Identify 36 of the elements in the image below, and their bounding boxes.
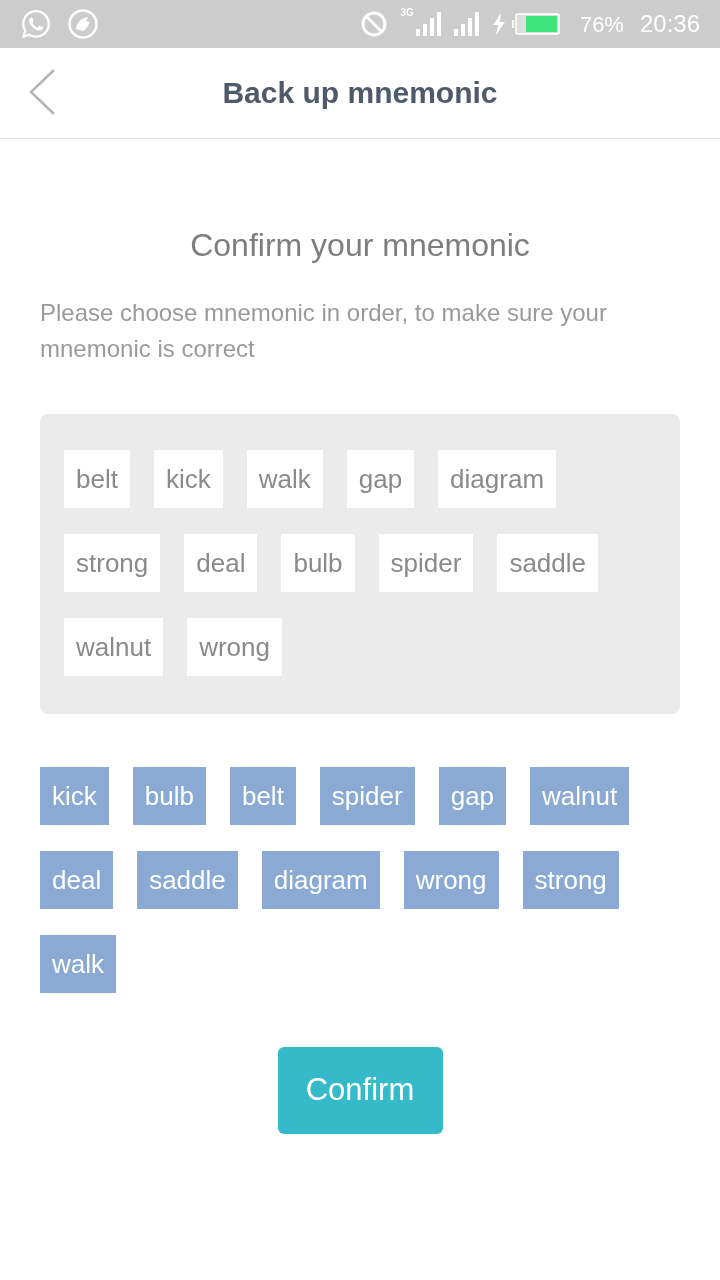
word-chip[interactable]: kick (153, 450, 223, 508)
word-button[interactable]: strong (522, 851, 619, 909)
word-button[interactable]: deal (40, 851, 114, 909)
word-chip[interactable]: gap (346, 450, 415, 508)
back-icon[interactable] (29, 69, 57, 115)
word-chip[interactable]: diagram (438, 450, 557, 508)
page-title: Back up mnemonic (222, 78, 498, 108)
word-button[interactable]: walk (40, 935, 116, 993)
word-button[interactable]: diagram (261, 851, 380, 909)
whatsapp-icon (20, 8, 52, 40)
word-button[interactable]: wrong (403, 851, 499, 909)
blocked-icon (360, 11, 387, 37)
word-chip[interactable]: saddle (497, 534, 599, 592)
word-chip[interactable]: walk (246, 450, 323, 508)
leaf-circle-icon (68, 9, 98, 39)
section-heading: Confirm your mnemonic (189, 226, 531, 265)
word-button[interactable]: gap (438, 767, 507, 825)
word-chip[interactable]: deal (184, 534, 258, 592)
word-button[interactable]: bulb (132, 767, 206, 825)
signal-icon (415, 12, 442, 36)
instruction-text: Please choose mnemonic in order, to make sure your mnemonic is correct (40, 298, 608, 364)
word-button[interactable]: belt (229, 767, 296, 825)
word-chip[interactable]: spider (378, 534, 474, 592)
word-chip[interactable]: wrong (187, 618, 282, 676)
signal-icon (453, 12, 480, 36)
word-chip[interactable]: walnut (64, 618, 164, 676)
word-button[interactable]: spider (319, 767, 415, 825)
word-chip[interactable]: belt (64, 450, 130, 508)
word-button[interactable]: kick (40, 767, 109, 825)
word-button[interactable]: walnut (530, 767, 630, 825)
charging-bolt-icon (491, 13, 506, 35)
word-chip[interactable]: bulb (281, 534, 355, 592)
word-button[interactable]: saddle (137, 851, 238, 909)
battery-icon (511, 13, 560, 35)
word-chip[interactable]: strong (64, 534, 161, 592)
confirm-button[interactable]: Confirm (277, 1047, 443, 1134)
